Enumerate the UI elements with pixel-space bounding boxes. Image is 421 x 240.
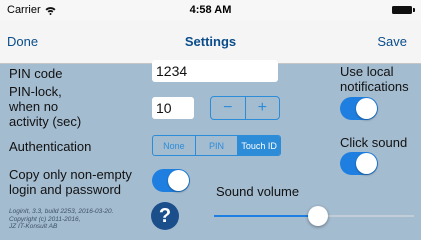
- copy-setting-label-line2: login and password: [9, 182, 122, 197]
- click-sound-label: Click sound: [340, 135, 408, 150]
- version-info: LoginIt, 3.3, build 2253, 2016-03-20. Co…: [9, 208, 114, 230]
- settings-screen: Carrier 4:58 AM Done Settings Save PIN c…: [0, 0, 421, 240]
- status-bar: Carrier 4:58 AM: [0, 0, 421, 20]
- page-title: Settings: [184, 34, 237, 49]
- click-sound-toggle[interactable]: [340, 152, 378, 175]
- slider-thumb[interactable]: [308, 206, 328, 226]
- increment-button[interactable]: +: [244, 97, 280, 119]
- save-button[interactable]: Save: [377, 34, 407, 49]
- auth-option-none[interactable]: None: [153, 136, 195, 155]
- navigation-bar: Done Settings Save: [0, 20, 421, 64]
- copy-setting-label-line1: Copy only non-empty: [9, 167, 132, 182]
- pin-lock-label-line3: activity (sec): [9, 114, 82, 129]
- pin-lock-stepper: − +: [210, 96, 280, 120]
- copy-non-empty-toggle[interactable]: [152, 169, 190, 192]
- local-notifications-toggle[interactable]: [340, 97, 378, 120]
- sound-volume-label: Sound volume: [216, 184, 300, 199]
- authentication-label: Authentication: [9, 139, 92, 154]
- pin-lock-label-line1: PIN-lock,: [9, 84, 62, 99]
- pin-code-input[interactable]: 1234: [152, 60, 278, 82]
- toggle-knob: [168, 170, 189, 191]
- status-time: 4:58 AM: [189, 4, 232, 16]
- battery-icon: [392, 6, 415, 14]
- authentication-segmented-control: None PIN Touch ID: [152, 135, 281, 156]
- auth-option-touch-id[interactable]: Touch ID: [237, 136, 280, 155]
- auth-option-pin[interactable]: PIN: [194, 136, 238, 155]
- local-notifications-label-line1: Use local: [340, 64, 394, 79]
- decrement-button[interactable]: −: [211, 97, 245, 119]
- toggle-knob: [356, 153, 377, 174]
- local-notifications-label-line2: notifications: [340, 79, 409, 94]
- pin-lock-timeout-input[interactable]: 10: [152, 97, 194, 119]
- toggle-knob: [356, 98, 377, 119]
- pin-lock-label-line2: when no: [9, 99, 59, 114]
- slider-fill: [214, 215, 318, 217]
- pin-code-label: PIN code: [9, 66, 63, 81]
- question-mark-icon[interactable]: ?: [151, 202, 179, 230]
